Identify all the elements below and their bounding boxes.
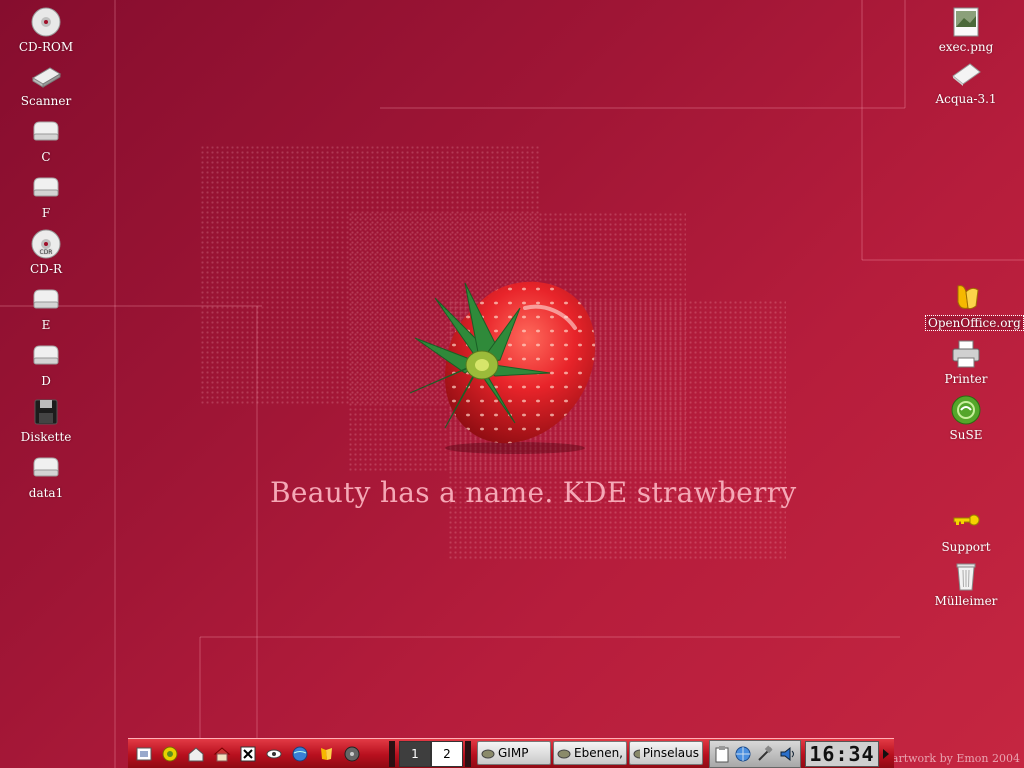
- desktop-icon-support[interactable]: Support: [926, 506, 1006, 554]
- desktop-icon-diskette[interactable]: Diskette: [6, 396, 86, 444]
- home-folder-icon: [188, 746, 204, 761]
- suse-icon: [951, 395, 981, 425]
- desktop-icon-drive-e[interactable]: E: [6, 284, 86, 332]
- disc-icon: [344, 746, 360, 761]
- harddisk-icon: [33, 177, 59, 197]
- desktop-icon-suse[interactable]: SuSE: [926, 394, 1006, 442]
- desktop-icon-data1[interactable]: data1: [6, 452, 86, 500]
- launcher-xterm[interactable]: [236, 742, 260, 766]
- quick-launch: [128, 739, 387, 768]
- desktop-icon-drive-f[interactable]: F: [6, 172, 86, 220]
- harddisk-icon: [33, 121, 59, 141]
- image-file-icon: [953, 7, 979, 37]
- desktop-icon-label: OpenOffice.org: [925, 315, 1024, 331]
- strawberry-image: [409, 281, 596, 454]
- gimp-icon: [481, 749, 495, 758]
- openoffice-icon: [957, 285, 979, 310]
- desktop-icon-scanner[interactable]: Scanner: [6, 60, 86, 108]
- desktop-icon-label: Support: [941, 540, 991, 554]
- house-icon: [213, 746, 231, 761]
- desktop-icon-label: E: [41, 318, 51, 332]
- task-label: GIMP: [498, 745, 529, 760]
- panel-handle[interactable]: [465, 740, 471, 767]
- task-label: Ebenen,: [574, 745, 623, 760]
- artwork-credit: artwork by Emon 2004: [891, 752, 1020, 765]
- speaker-icon[interactable]: [778, 745, 796, 763]
- desktop-icon-label: F: [41, 206, 51, 220]
- scanner-icon: [32, 67, 61, 88]
- panel-hide-arrow-icon[interactable]: [883, 748, 889, 759]
- document-icon: [952, 63, 981, 86]
- eye-icon: [266, 749, 282, 758]
- desktop-icon-cdr[interactable]: CDR CD-R: [6, 228, 86, 276]
- kde-panel: 1 2 GIMP Ebenen, Pinselaus 16:34: [128, 738, 894, 768]
- desktop-icon-printer[interactable]: Printer: [926, 338, 1006, 386]
- desktop-icon-drive-d[interactable]: D: [6, 340, 86, 388]
- connection-plug-icon[interactable]: [756, 744, 774, 763]
- pager-desktop-1[interactable]: 1: [399, 740, 431, 767]
- system-tray: [709, 739, 801, 768]
- desktop-icon-label: Printer: [944, 372, 988, 386]
- cdr-icon: CDR: [31, 229, 61, 259]
- panel-clock[interactable]: 16:34: [805, 740, 879, 767]
- launcher-media[interactable]: [340, 742, 364, 766]
- desktop-icon-label: data1: [28, 486, 64, 500]
- desktop-icon-cdrom[interactable]: CD-ROM: [6, 6, 86, 54]
- printer-icon: [952, 340, 980, 368]
- launcher-browser[interactable]: [288, 742, 312, 766]
- desktop-icon-drive-c[interactable]: C: [6, 116, 86, 164]
- floppy-icon: [34, 399, 58, 425]
- launcher-home[interactable]: [184, 742, 208, 766]
- harddisk-icon: [33, 345, 59, 365]
- desktop-icon-trash[interactable]: Mülleimer: [926, 560, 1006, 608]
- desktop-icon-label: C: [41, 150, 51, 164]
- launcher-eye[interactable]: [262, 742, 286, 766]
- harddisk-icon: [33, 289, 59, 309]
- svg-text:CDR: CDR: [40, 249, 53, 256]
- panel-handle[interactable]: [389, 740, 395, 767]
- openoffice-icon: [321, 747, 332, 760]
- desktop-icon-acqua[interactable]: Acqua-3.1: [926, 58, 1006, 106]
- desktop-icon-label: exec.png: [938, 40, 994, 54]
- launcher-kde[interactable]: [158, 742, 182, 766]
- task-button-gimp[interactable]: GIMP: [477, 740, 551, 765]
- desktop-icon-exec-png[interactable]: exec.png: [926, 6, 1006, 54]
- harddisk-icon: [33, 457, 59, 477]
- mac-finder-icon: [136, 747, 152, 760]
- task-button-pinsel[interactable]: Pinselaus: [629, 740, 703, 765]
- pager-desktop-2[interactable]: 2: [431, 740, 463, 767]
- clipboard-icon[interactable]: [714, 745, 730, 763]
- desktop-icon-label: CD-R: [29, 262, 63, 276]
- launcher-openoffice[interactable]: [314, 742, 338, 766]
- desktop-icon-label: D: [41, 374, 51, 388]
- task-button-ebenen[interactable]: Ebenen,: [553, 740, 627, 765]
- gimp-icon: [557, 749, 571, 758]
- desktop-icon-label: SuSE: [949, 428, 983, 442]
- desktop-icon-openoffice[interactable]: OpenOffice.org: [925, 282, 1024, 331]
- desktop-icon-label: Scanner: [20, 94, 72, 108]
- task-list: GIMP Ebenen, Pinselaus: [477, 740, 703, 767]
- network-globe-icon[interactable]: [734, 745, 752, 763]
- task-label: Pinselaus: [642, 745, 699, 760]
- desktop-pager: 1 2: [399, 740, 463, 767]
- x-terminal-icon: [240, 746, 256, 761]
- trash-icon: [956, 563, 976, 591]
- globe-icon: [292, 746, 308, 761]
- kde-gear-icon: [162, 746, 178, 761]
- desktop-icon-label: Diskette: [20, 430, 72, 444]
- cdrom-icon: [31, 7, 61, 37]
- desktop-icon-label: CD-ROM: [18, 40, 74, 54]
- key-icon: [953, 514, 980, 526]
- desktop-icon-label: Acqua-3.1: [935, 92, 997, 106]
- kmenu-button[interactable]: [132, 742, 156, 766]
- wallpaper-tagline: Beauty has a name. KDE strawberry: [270, 476, 797, 509]
- launcher-house[interactable]: [210, 742, 234, 766]
- desktop-icon-label: Mülleimer: [934, 594, 998, 608]
- gimp-icon: [633, 749, 640, 758]
